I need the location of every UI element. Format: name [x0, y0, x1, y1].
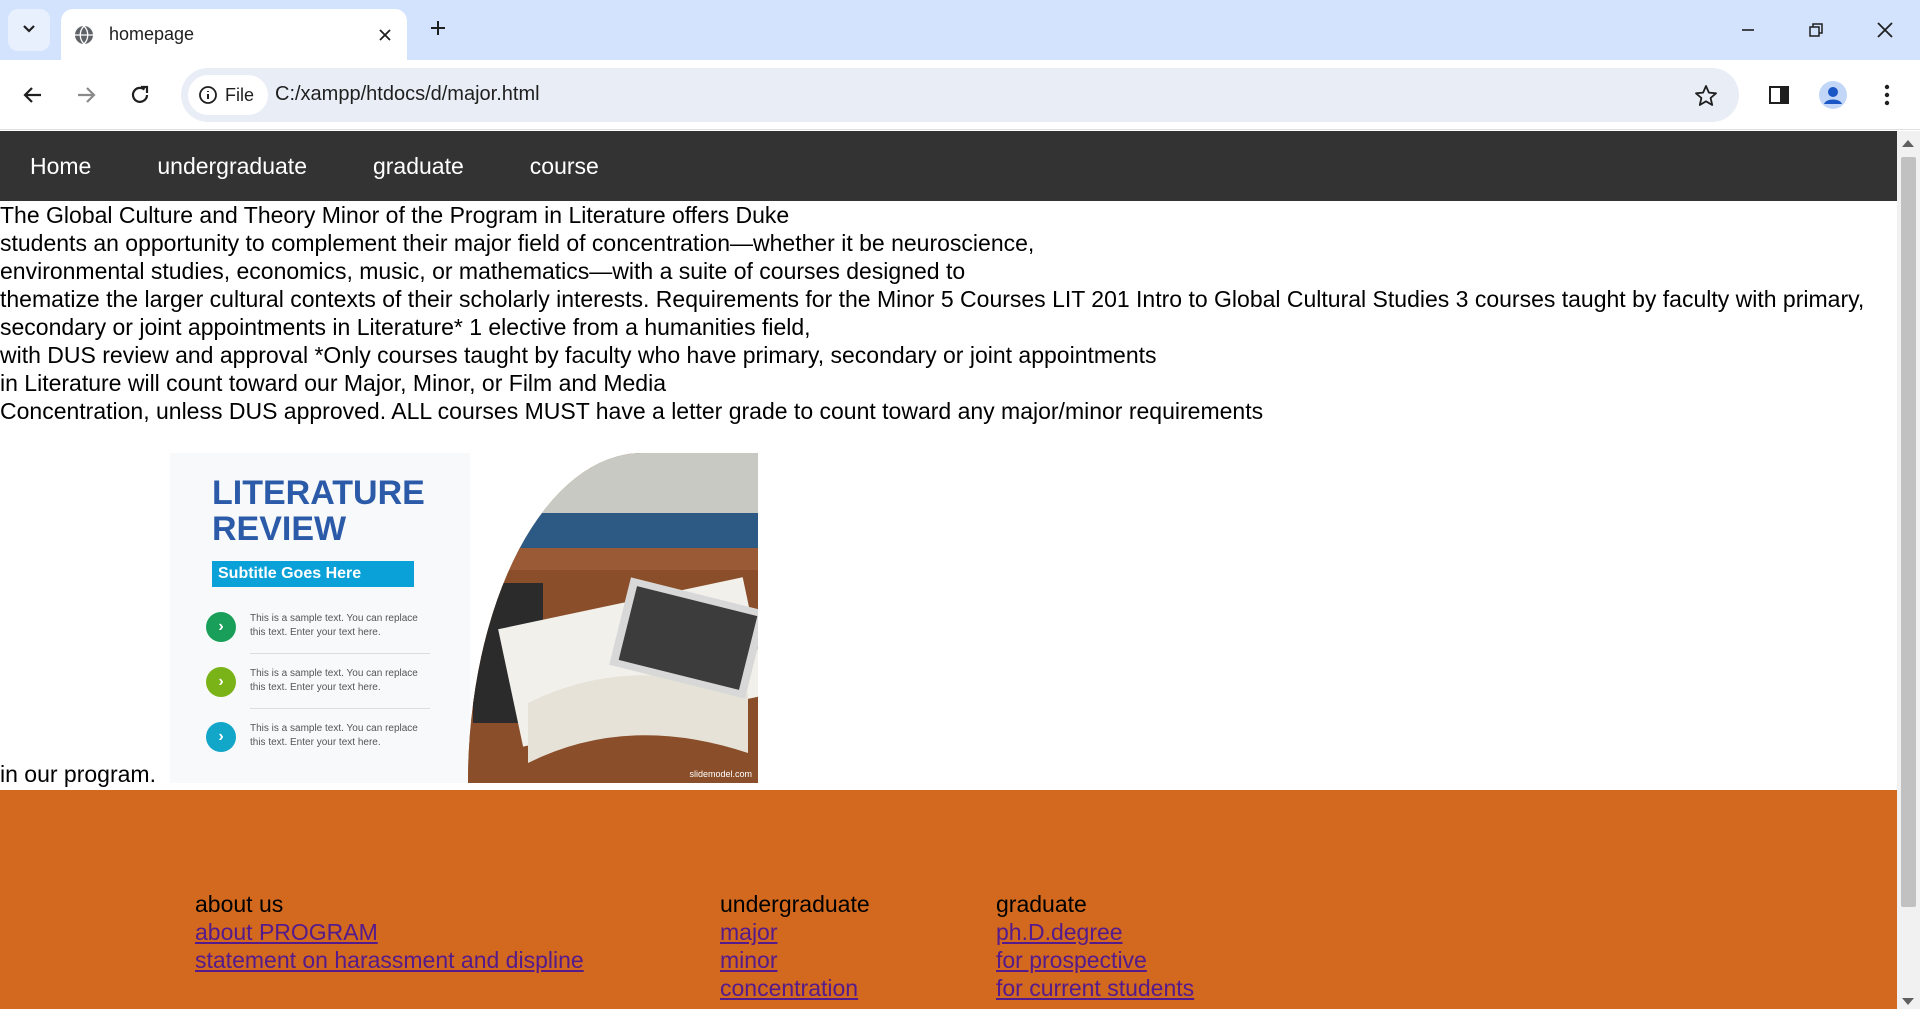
- footer-column-graduate: graduate ph.D.degree for prospective for…: [996, 890, 1194, 1002]
- chevron-right-icon: ›: [206, 722, 236, 752]
- footer-link-minor[interactable]: minor: [720, 946, 870, 974]
- side-panel-button[interactable]: [1761, 77, 1797, 113]
- top-navigation: Home undergraduate graduate course: [0, 131, 1897, 201]
- back-arrow-icon: [23, 87, 41, 103]
- star-icon: [1695, 85, 1717, 106]
- footer-link-major[interactable]: major: [720, 918, 870, 946]
- tab-search-button[interactable]: [8, 9, 50, 51]
- restore-icon: [1809, 23, 1823, 37]
- avatar-icon: [1819, 81, 1847, 109]
- description-tail: in our program.: [0, 761, 156, 787]
- site-footer: about us about PROGRAM statement on hara…: [0, 790, 1897, 1009]
- vertical-scrollbar[interactable]: [1897, 131, 1920, 1009]
- info-icon: [199, 86, 217, 104]
- image-item-text: This is a sample text. You can replace t…: [250, 613, 418, 638]
- footer-link-current-students[interactable]: for current students: [996, 974, 1194, 1002]
- back-button[interactable]: [13, 75, 53, 115]
- close-tab-icon[interactable]: [367, 17, 403, 53]
- tab-title: homepage: [109, 24, 195, 44]
- reload-icon: [131, 85, 149, 103]
- profile-button[interactable]: [1815, 77, 1851, 113]
- footer-heading: graduate: [996, 891, 1087, 917]
- address-bar[interactable]: File C:/xampp/htdocs/d/major.html: [181, 68, 1739, 122]
- nav-home[interactable]: Home: [14, 153, 121, 180]
- image-title: LITERATURE REVIEW: [212, 475, 425, 547]
- footer-heading: about us: [195, 891, 284, 917]
- menu-button[interactable]: [1869, 77, 1905, 113]
- site-info-chip[interactable]: File: [188, 75, 268, 115]
- tab-strip: homepage: [0, 0, 1920, 60]
- kebab-menu-icon: [1884, 84, 1890, 106]
- reload-button[interactable]: [120, 75, 160, 115]
- description-line: The Global Culture and Theory Minor of t…: [0, 202, 790, 228]
- image-title-line: LITERATURE: [212, 474, 425, 512]
- new-tab-button[interactable]: [420, 12, 456, 48]
- footer-link-phd-degree[interactable]: ph.D.degree: [996, 918, 1194, 946]
- footer-link-about-program[interactable]: about PROGRAM: [195, 918, 584, 946]
- footer-column-about: about us about PROGRAM statement on hara…: [195, 890, 584, 974]
- nav-course[interactable]: course: [514, 153, 629, 180]
- divider: [250, 653, 430, 654]
- close-icon: [1877, 22, 1893, 38]
- description-line: Concentration, unless DUS approved. ALL …: [0, 398, 1264, 424]
- browser-tab[interactable]: homepage: [61, 9, 407, 60]
- image-list-item: › This is a sample text. You can replace…: [206, 663, 426, 703]
- image-credit: slidemodel.com: [689, 769, 752, 779]
- image-item-text: This is a sample text. You can replace t…: [250, 723, 418, 748]
- forward-arrow-icon: [78, 87, 96, 103]
- description-line: with DUS review and approval *Only cours…: [0, 342, 1157, 368]
- close-window-button[interactable]: [1857, 8, 1913, 52]
- nav-graduate[interactable]: graduate: [357, 153, 494, 180]
- minimize-button[interactable]: [1720, 8, 1776, 52]
- url-text[interactable]: C:/xampp/htdocs/d/major.html: [275, 83, 540, 106]
- footer-heading: undergraduate: [720, 891, 870, 917]
- bookmark-button[interactable]: [1691, 81, 1721, 111]
- image-title-line: REVIEW: [212, 510, 347, 548]
- image-list-item: › This is a sample text. You can replace…: [206, 718, 426, 758]
- image-subtitle: Subtitle Goes Here: [212, 561, 414, 587]
- description-line: secondary or joint appointments in Liter…: [0, 314, 811, 340]
- image-item-text: This is a sample text. You can replace t…: [250, 668, 418, 693]
- plus-icon: [429, 19, 447, 42]
- chevron-down-icon: [21, 20, 37, 41]
- scrollbar-thumb[interactable]: [1901, 157, 1916, 907]
- description-line: thematize the larger cultural contexts o…: [0, 286, 1865, 312]
- globe-icon: [73, 24, 95, 46]
- divider: [250, 708, 430, 709]
- page-viewport: Home undergraduate graduate course The G…: [0, 131, 1897, 1009]
- literature-review-image: LITERATURE REVIEW Subtitle Goes Here › T…: [170, 453, 758, 783]
- chevron-right-icon: ›: [206, 612, 236, 642]
- restore-button[interactable]: [1788, 8, 1844, 52]
- description-line: environmental studies, economics, music,…: [0, 258, 966, 284]
- footer-link-concentration[interactable]: concentration: [720, 974, 870, 1002]
- books-on-desk-illustration: [468, 453, 758, 783]
- scroll-up-icon[interactable]: [1902, 140, 1914, 147]
- image-text-panel: LITERATURE REVIEW Subtitle Goes Here › T…: [170, 453, 470, 783]
- scroll-down-icon[interactable]: [1902, 998, 1914, 1005]
- footer-column-undergraduate: undergraduate major minor concentration: [720, 890, 870, 1002]
- site-chip-label: File: [225, 84, 255, 105]
- program-description: The Global Culture and Theory Minor of t…: [0, 201, 1897, 425]
- browser-toolbar: File C:/xampp/htdocs/d/major.html: [0, 60, 1920, 130]
- chevron-right-icon: ›: [206, 667, 236, 697]
- description-line: students an opportunity to complement th…: [0, 230, 1035, 256]
- nav-undergraduate[interactable]: undergraduate: [141, 153, 337, 180]
- image-list-item: › This is a sample text. You can replace…: [206, 608, 426, 648]
- books-photo: slidemodel.com: [468, 453, 758, 783]
- minimize-icon: [1742, 29, 1754, 31]
- footer-link-harassment-statement[interactable]: statement on harassment and displine: [195, 946, 584, 974]
- description-line: in Literature will count toward our Majo…: [0, 370, 667, 396]
- forward-button[interactable]: [66, 75, 106, 115]
- side-panel-icon: [1769, 86, 1789, 104]
- footer-link-prospective[interactable]: for prospective: [996, 946, 1194, 974]
